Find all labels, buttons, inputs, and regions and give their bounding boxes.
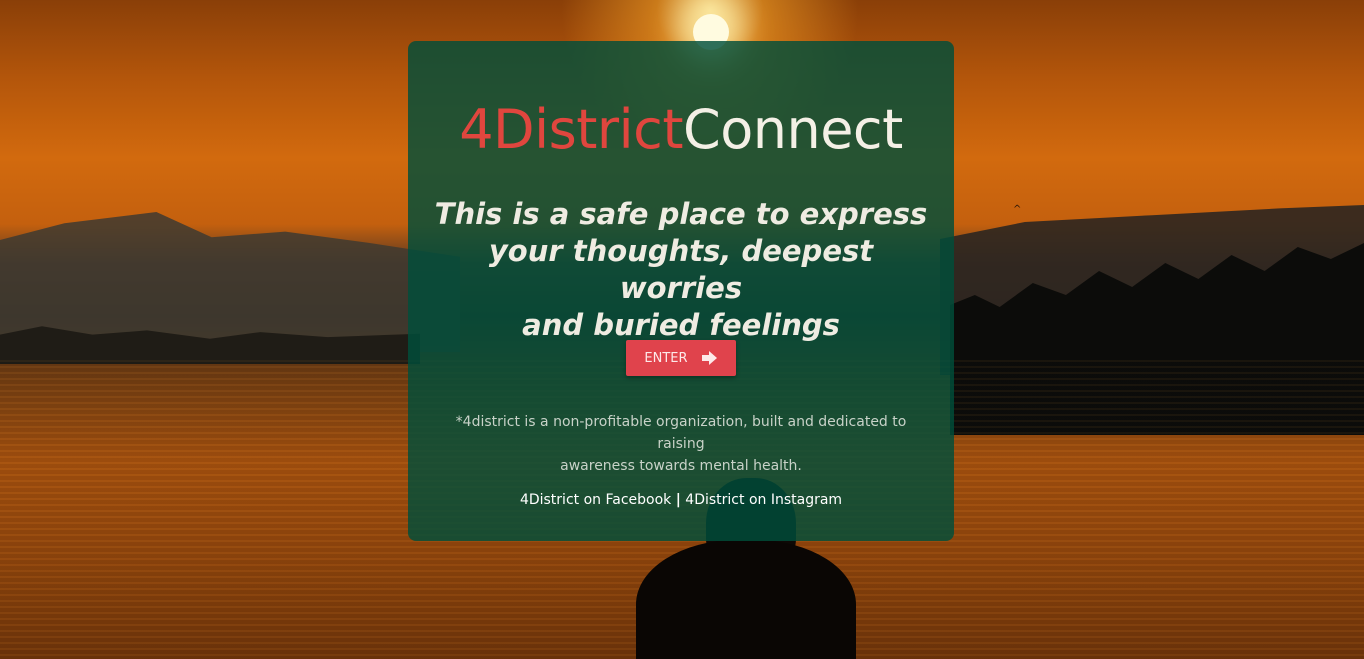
enter-button-label: ENTER: [644, 350, 688, 366]
silhouette-body: [636, 540, 856, 659]
disclaimer-line2: awareness towards mental health.: [560, 458, 802, 474]
tagline-line3: and buried feelings: [522, 308, 840, 342]
welcome-card: 4DistrictConnect This is a safe place to…: [408, 41, 954, 541]
tagline-line1: This is a safe place to express: [434, 197, 928, 231]
tagline: This is a safe place to express your tho…: [428, 196, 934, 344]
bird-icon: ^: [1013, 204, 1022, 215]
disclaimer-line1: *4district is a non-profitable organizat…: [455, 414, 907, 452]
arrow-right-icon: [701, 351, 718, 365]
brand-title: 4DistrictConnect: [408, 103, 954, 157]
link-separator: |: [675, 492, 681, 508]
enter-button[interactable]: ENTER: [626, 340, 736, 376]
brand-title-part1: 4District: [459, 98, 684, 161]
brand-title-part2: Connect: [683, 98, 903, 161]
social-links: 4District on Facebook | 4District on Ins…: [408, 492, 954, 508]
disclaimer-text: *4district is a non-profitable organizat…: [438, 411, 924, 477]
instagram-link[interactable]: 4District on Instagram: [685, 492, 842, 508]
facebook-link[interactable]: 4District on Facebook: [520, 492, 671, 508]
tagline-line2: your thoughts, deepest worries: [488, 234, 874, 305]
